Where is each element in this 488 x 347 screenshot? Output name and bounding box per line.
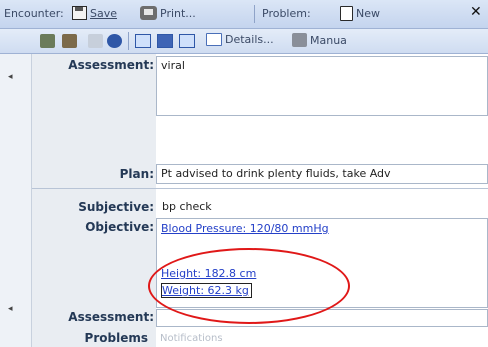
close-x-icon: ✕ [470,4,482,20]
alert-icon[interactable] [107,34,122,48]
encounter-toolbar: Encounter: Save Print... Problem: New ✕ [0,0,488,29]
notifications-label[interactable]: Notifications [160,333,223,344]
paste-note-icon[interactable] [62,34,77,48]
save-label: Save [90,6,118,20]
manual-button[interactable]: Manua [292,33,347,47]
blood-pressure-link[interactable]: Blood Pressure: 120/80 mmHg [161,222,329,235]
toolbar-separator [254,5,255,23]
layout-two-icon[interactable] [157,34,173,48]
plan-label: Plan: [119,167,154,181]
format-toolbar: Details... Manua [0,29,488,54]
collapse-arrow-icon[interactable]: ◂ [8,304,13,314]
copy-note-icon[interactable] [40,34,55,48]
layout-one-icon[interactable] [135,34,151,48]
details-button[interactable]: Details... [206,33,274,46]
problem-label: Problem: [262,7,311,20]
manual-label: Manua [310,33,347,47]
toolbar-separator-2 [128,32,129,50]
subjective-field[interactable]: bp check [158,198,488,216]
assessment-second-label: Assessment: [68,310,154,324]
save-button[interactable]: Save [72,6,117,20]
encounter-label: Encounter: [4,7,64,20]
save-icon [72,6,87,20]
assessment-label: Assessment: [68,58,154,72]
disabled-tool-icon [88,34,103,48]
new-label: New [356,7,380,20]
new-document-icon [340,6,353,21]
highlight-oval [148,248,350,324]
expand-arrow-icon[interactable]: ◂ [8,72,13,82]
print-button[interactable]: Print... [140,6,196,20]
layout-three-icon[interactable] [179,34,195,48]
assessment-field[interactable]: viral [156,56,488,116]
new-problem-button[interactable]: New [340,6,380,21]
problems-label: Problems [84,331,148,345]
manual-icon [292,33,307,47]
encounter-label-group: Encounter: [4,7,64,20]
details-icon [206,33,222,46]
problem-label-group: Problem: [262,7,311,20]
section-divider [32,188,488,189]
details-label: Details... [225,33,274,46]
objective-label: Objective: [85,220,154,234]
delete-problem-button[interactable]: ✕ [470,4,482,20]
left-panel-strip: ◂ ◂ [0,54,32,347]
print-label: Print... [160,6,196,20]
plan-field[interactable]: Pt advised to drink plenty fluids, take … [156,164,488,184]
print-icon [140,6,157,20]
subjective-label: Subjective: [78,200,154,214]
